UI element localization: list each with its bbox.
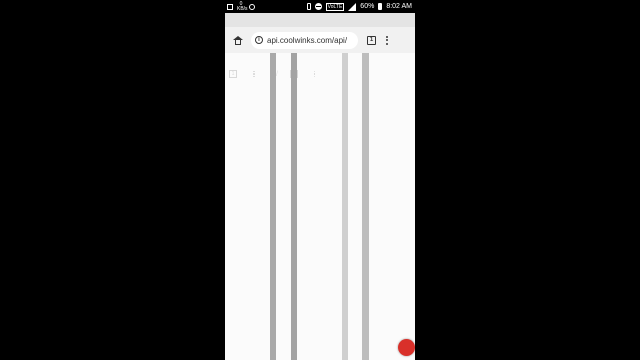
render-artifact-stripe (362, 53, 369, 360)
signal-icon (348, 2, 357, 11)
battery-icon (378, 3, 383, 10)
screen-record-icon (227, 3, 233, 10)
render-artifact-stripe (270, 53, 276, 360)
url-text[interactable]: api.coolwinks.com/api/ (267, 36, 347, 45)
info-icon[interactable]: i (255, 36, 263, 44)
tabs-icon[interactable]: 1 (367, 35, 376, 45)
ghost-menu-icon-2 (313, 70, 316, 78)
battery-percent: 60% (360, 3, 375, 10)
browser-toolbar: i api.coolwinks.com/api/ 1 (225, 27, 415, 53)
status-bar: 0 KB/s VoLTE 60% 8:02 AM (225, 0, 415, 13)
sync-icon (249, 3, 255, 10)
clock: 8:02 AM (386, 3, 412, 10)
menu-icon[interactable] (386, 35, 388, 45)
address-bar[interactable]: i api.coolwinks.com/api/ (251, 31, 358, 49)
volte-badge: VoLTE (325, 2, 345, 11)
top-strip (225, 13, 415, 27)
render-artifact-stripe (291, 53, 297, 360)
phone-icon (306, 3, 311, 10)
screen-record-button[interactable] (398, 339, 415, 356)
do-not-disturb-icon (314, 3, 322, 10)
phone-screen: 0 KB/s VoLTE 60% 8:02 AM i api.coolwinks… (225, 0, 415, 360)
render-artifact-stripe (342, 53, 348, 360)
ghost-toolbar: 1 pi/ (225, 66, 415, 82)
home-icon[interactable] (233, 35, 243, 45)
network-speed: 0 KB/s (237, 0, 248, 12)
ghost-menu-icon (253, 70, 255, 78)
ghost-tabs-icon: 1 (229, 70, 237, 78)
